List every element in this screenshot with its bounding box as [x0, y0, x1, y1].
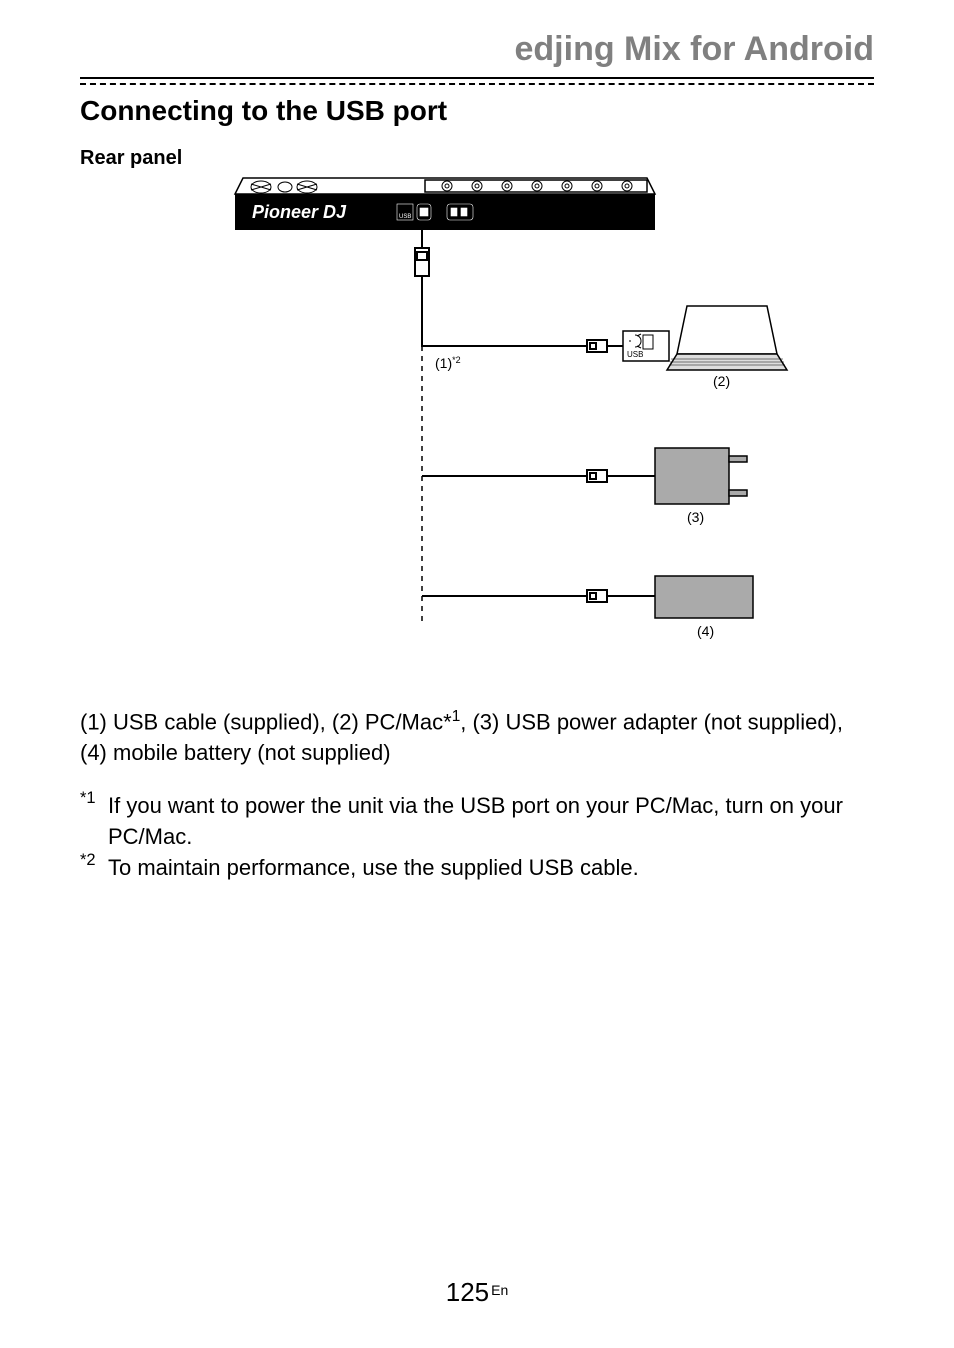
page-number: 125En: [0, 1277, 954, 1308]
svg-text:(1)*2: (1)*2: [435, 355, 461, 371]
power-adapter-icon: (3): [655, 448, 747, 525]
footnote-2-text: To maintain performance, use the supplie…: [108, 855, 639, 880]
svg-text:USB: USB: [627, 350, 643, 359]
section-title: Connecting to the USB port: [80, 95, 874, 127]
footnote-1-text: If you want to power the unit via the US…: [108, 793, 843, 849]
rule-dashed: [80, 83, 874, 85]
label-3: (3): [687, 509, 704, 525]
controller-rear-panel: Pioneer DJ USB: [235, 178, 655, 230]
rule-solid: [80, 77, 874, 79]
brand-text: Pioneer DJ: [252, 202, 347, 222]
legend-part1: (1) USB cable (supplied), (2) PC/Mac*: [80, 709, 452, 734]
label-4: (4): [697, 623, 714, 639]
chapter-title: edjing Mix for Android: [80, 30, 874, 69]
mobile-battery-icon: (4): [655, 576, 753, 639]
label-2: (2): [713, 373, 730, 389]
footnote-2-marker: *2: [80, 849, 96, 872]
legend-sup: 1: [452, 708, 461, 725]
callout-1: (1)*2: [435, 355, 461, 371]
diagram-svg: Pioneer DJ USB: [157, 176, 797, 676]
footnote-2: *2 To maintain performance, use the supp…: [80, 853, 874, 884]
branch-battery: [422, 590, 655, 602]
legend-paragraph: (1) USB cable (supplied), (2) PC/Mac*1, …: [80, 706, 874, 769]
connection-diagram: Pioneer DJ USB: [157, 176, 797, 676]
branch-adapter: [422, 470, 655, 482]
subheading: Rear panel: [80, 147, 874, 170]
page-number-value: 125: [446, 1277, 489, 1307]
svg-text:USB: USB: [399, 214, 411, 220]
page-lang: En: [491, 1282, 508, 1298]
laptop-icon: USB (2): [623, 306, 787, 389]
footnote-1-marker: *1: [80, 787, 96, 810]
usb-cable: [415, 230, 623, 352]
footnote-1: *1 If you want to power the unit via the…: [80, 791, 874, 853]
